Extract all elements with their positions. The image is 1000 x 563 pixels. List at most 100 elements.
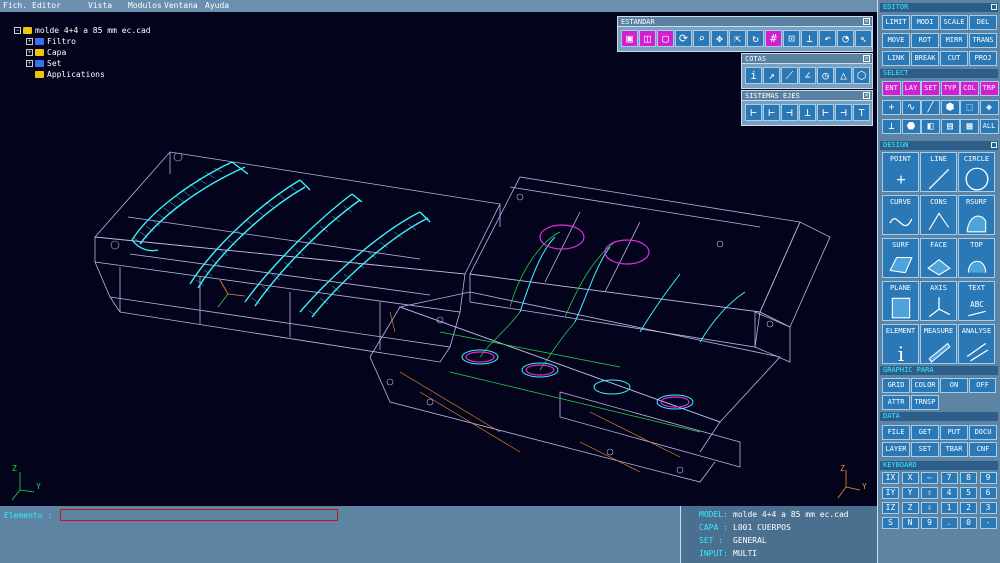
menu-fich[interactable]: Fich. — [3, 0, 27, 12]
zoom-icon[interactable]: ⌕ — [693, 30, 710, 47]
editor-trans-button[interactable]: TRANS — [969, 33, 997, 48]
design-face-button[interactable]: FACE — [920, 238, 957, 278]
pan-icon[interactable]: ✥ — [711, 30, 728, 47]
design-element-button[interactable]: ELEMENT i — [882, 324, 919, 364]
design-surf-button[interactable]: SURF — [882, 238, 919, 278]
key---button[interactable]: ⇧ — [921, 487, 938, 499]
design-top-button[interactable]: TOP — [958, 238, 995, 278]
menu-ventana[interactable]: Ventana — [164, 0, 198, 12]
key-iy-button[interactable]: IY — [882, 487, 899, 499]
select-curve-icon[interactable]: ∿ — [901, 100, 921, 115]
editor-link-button[interactable]: LINK — [882, 51, 910, 66]
key-y-button[interactable]: Y — [901, 487, 919, 499]
select-line-icon[interactable]: ╱ — [921, 100, 940, 115]
expand-icon[interactable]: + — [26, 60, 33, 67]
axis-system-6-icon[interactable]: ⊣ — [835, 104, 852, 121]
design-cons-button[interactable]: CONS — [920, 195, 957, 235]
close-icon[interactable]: × — [863, 55, 870, 62]
design-line-button[interactable]: LINE — [920, 152, 957, 192]
key-4-button[interactable]: 4 — [940, 487, 958, 499]
axis-system-5-icon[interactable]: ⊢ — [817, 104, 834, 121]
data-layer-button[interactable]: LAYER — [882, 442, 910, 457]
key-s-button[interactable]: S — [882, 517, 899, 529]
axis-system-1-icon[interactable]: ⊢ — [745, 104, 762, 121]
design-point-button[interactable]: POINT + — [882, 152, 919, 192]
palette-title[interactable]: SISTEMAS EJES × — [742, 91, 872, 101]
tree-root[interactable]: − molde 4+4 a 85 mm ec.cad — [14, 25, 151, 36]
axis-system-2-icon[interactable]: ⊢ — [763, 104, 780, 121]
key---button[interactable]: . — [940, 517, 958, 529]
menu-vista[interactable]: Vista — [88, 0, 112, 12]
select-layers-icon[interactable]: ▦ — [960, 119, 979, 134]
graphic-on-button[interactable]: ON — [940, 378, 968, 393]
dim-radius-icon[interactable]: ◷ — [817, 67, 834, 84]
axis-system-3-icon[interactable]: ⊣ — [781, 104, 798, 121]
design-circle-button[interactable]: CIRCLE — [958, 152, 995, 192]
refresh-icon[interactable]: ↻ — [747, 30, 764, 47]
menu-editor[interactable]: Editor — [32, 0, 61, 12]
key-7-button[interactable]: 7 — [940, 472, 958, 484]
view-cube-front-icon[interactable]: ▣ — [621, 30, 638, 47]
dim-triangle-icon[interactable]: △ — [835, 67, 852, 84]
key-5-button[interactable]: 5 — [960, 487, 977, 499]
data-put-button[interactable]: PUT — [940, 425, 968, 440]
design-analyse-button[interactable]: ANALYSE — [958, 324, 995, 364]
fit-view-icon[interactable]: ⊡ — [783, 30, 800, 47]
close-icon[interactable] — [991, 4, 997, 10]
design-plane-button[interactable]: PLANE — [882, 281, 919, 321]
menu-ayuda[interactable]: Ayuda — [205, 0, 229, 12]
graphic-off-button[interactable]: OFF — [969, 378, 996, 393]
data-cnf-button[interactable]: CNF — [969, 442, 997, 457]
editor-cut-button[interactable]: CUT — [940, 51, 968, 66]
data-file-button[interactable]: FILE — [882, 425, 910, 440]
editor-move-button[interactable]: MOVE — [882, 33, 910, 48]
key-z-button[interactable]: Z — [901, 502, 919, 514]
design-axis-button[interactable]: AXIS — [920, 281, 957, 321]
select-surface-icon[interactable]: ◈ — [979, 100, 999, 115]
data-get-button[interactable]: GET — [911, 425, 939, 440]
tree-item-set[interactable]: + Set — [14, 58, 151, 69]
dim-info-icon[interactable]: i — [745, 67, 762, 84]
grid-icon[interactable]: # — [765, 30, 782, 47]
editor-del-button[interactable]: DEL — [969, 15, 997, 30]
key-x-button[interactable]: X — [901, 472, 919, 484]
design-text-button[interactable]: TEXT ABC — [958, 281, 995, 321]
key-0-button[interactable]: 0 — [960, 517, 977, 529]
graphics-viewport[interactable]: Z Y Z Y − molde 4+4 a 85 mm ec.cad + Filtr… — [0, 12, 877, 506]
collapse-icon[interactable]: − — [14, 27, 21, 34]
select-all-button[interactable]: ALL — [979, 119, 999, 134]
design-rsurf-button[interactable]: RSURF — [958, 195, 995, 235]
key-ix-button[interactable]: IX — [882, 472, 899, 484]
select-lay-button[interactable]: LAY — [901, 81, 921, 96]
graphic-trnsp-button[interactable]: TRNSP — [911, 395, 939, 410]
command-input[interactable] — [60, 509, 338, 521]
editor-rot-button[interactable]: ROT — [911, 33, 939, 48]
select-ent-button[interactable]: ENT — [882, 81, 901, 96]
select-pointer-icon[interactable]: ↖ — [855, 30, 872, 47]
data-docu-button[interactable]: DOCU — [969, 425, 997, 440]
select-typ-button[interactable]: TYP — [940, 81, 960, 96]
key---button[interactable]: ⇩ — [921, 502, 938, 514]
editor-limit-button[interactable]: LIMIT — [882, 15, 910, 30]
key-6-button[interactable]: 6 — [979, 487, 997, 499]
key-iz-button[interactable]: IZ — [882, 502, 899, 514]
select-col-button[interactable]: COL — [960, 81, 979, 96]
dim-solid-icon[interactable]: ⬡ — [853, 67, 870, 84]
key-9-button[interactable]: 9 — [979, 472, 997, 484]
expand-icon[interactable]: + — [26, 49, 33, 56]
editor-scale-button[interactable]: SCALE — [940, 15, 968, 30]
palette-title[interactable]: COTAS × — [742, 54, 872, 64]
select-plus-icon[interactable]: + — [882, 100, 901, 115]
close-icon[interactable]: × — [863, 92, 870, 99]
expand-icon[interactable]: + — [26, 38, 33, 45]
select-trp-button[interactable]: TRP — [979, 81, 999, 96]
data-set-button[interactable]: SET — [911, 442, 939, 457]
close-icon[interactable]: × — [863, 18, 870, 25]
palette-title[interactable]: ESTANDAR × — [618, 17, 872, 27]
tree-item-capa[interactable]: + Capa — [14, 47, 151, 58]
design-curve-button[interactable]: CURVE — [882, 195, 919, 235]
select-solid-icon[interactable]: ⬣ — [901, 119, 921, 134]
undo-view-icon[interactable]: ↶ — [819, 30, 836, 47]
key-9-button[interactable]: 9 — [921, 517, 938, 529]
key-8-button[interactable]: 8 — [960, 472, 977, 484]
